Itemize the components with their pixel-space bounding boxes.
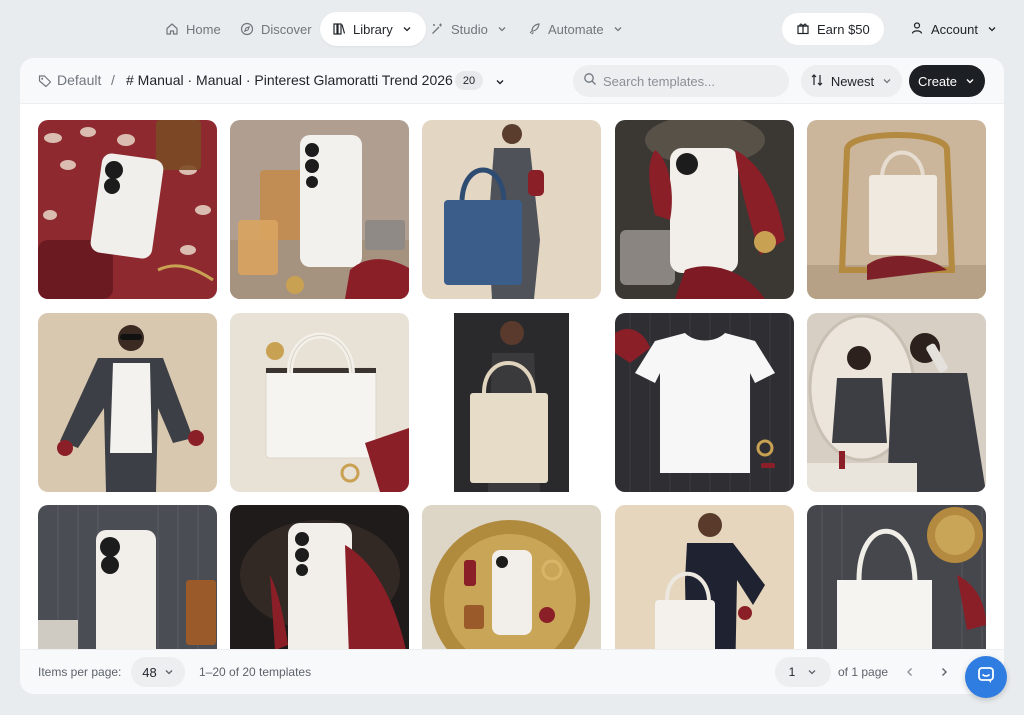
items-per-page-select[interactable]: 48 [131,657,185,687]
template-card[interactable] [807,313,986,492]
compass-icon [240,22,254,36]
create-label: Create [917,73,958,89]
chevron-left-icon[interactable] [904,665,916,683]
rocket-icon [527,22,541,36]
page-total: of 1 page [838,665,889,679]
support-chat-button[interactable] [965,656,1007,698]
template-card[interactable] [422,313,601,492]
top-navigation: Home Discover Library Studio Automate Ea… [0,0,1024,58]
chevron-down-icon [611,22,625,36]
range-text: 1–20 of 20 templates [199,665,312,679]
search-box[interactable] [573,65,789,97]
wand-icon [430,22,444,36]
pagination-bar: Items per page: 48 1–20 of 20 templates … [20,649,1004,694]
account-label: Account [931,21,978,37]
nav-studio-label: Studio [451,21,488,37]
chevron-down-icon[interactable] [494,75,506,93]
home-icon [165,22,179,36]
template-card[interactable] [38,313,217,492]
sort-label: Newest [830,73,875,89]
nav-library[interactable]: Library [320,12,426,46]
template-card[interactable] [615,120,794,299]
template-card[interactable] [807,505,986,649]
template-card[interactable] [230,505,409,649]
breadcrumb-separator: / [111,72,115,88]
page-select[interactable]: 1 [775,657,831,687]
nav-home-label: Home [186,21,221,37]
template-card[interactable] [615,313,794,492]
nav-library-label: Library [353,21,393,37]
chat-icon [976,665,996,690]
template-card[interactable] [807,120,986,299]
library-icon [332,22,346,36]
library-card: Default / # Manual · Manual · Pinterest … [20,58,1004,694]
gift-icon [796,21,810,38]
user-icon [910,21,924,38]
template-card[interactable] [230,313,409,492]
template-card[interactable] [38,505,217,649]
card-header: Default / # Manual · Manual · Pinterest … [20,58,1004,104]
template-card[interactable] [38,120,217,299]
chevron-down-icon [495,22,509,36]
chevron-down-icon [881,75,893,87]
nav-discover-label: Discover [261,21,312,37]
nav-automate[interactable]: Automate [515,12,637,46]
chevron-down-icon [807,667,817,677]
chevron-right-icon[interactable] [938,665,950,683]
nav-studio[interactable]: Studio [418,12,521,46]
chevron-down-icon [985,22,999,36]
earn-button[interactable]: Earn $50 [782,13,884,45]
search-input[interactable] [603,73,773,89]
nav-automate-label: Automate [548,21,604,37]
template-card[interactable] [422,120,601,299]
page-value: 1 [788,665,796,679]
template-grid [20,104,1004,649]
earn-label: Earn $50 [817,21,870,37]
nav-discover[interactable]: Discover [228,12,324,46]
nav-home[interactable]: Home [153,12,233,46]
account-menu[interactable]: Account [898,13,1011,45]
chevron-down-icon [964,75,976,87]
items-per-page-label: Items per page: [38,665,122,679]
page-title: # Manual · Manual · Pinterest Glamoratti… [126,72,453,88]
template-count-badge: 20 [455,71,483,90]
tag-icon [38,74,52,93]
template-card[interactable] [230,120,409,299]
items-per-page-value: 48 [142,664,157,680]
chevron-down-icon [164,667,174,677]
template-card[interactable] [422,505,601,649]
sort-icon [810,73,824,90]
create-button[interactable]: Create [909,65,985,97]
chevron-down-icon [400,22,414,36]
sort-dropdown[interactable]: Newest [801,65,902,97]
search-icon [583,72,597,91]
template-card[interactable] [615,505,794,649]
breadcrumb-root[interactable]: Default [57,72,101,88]
